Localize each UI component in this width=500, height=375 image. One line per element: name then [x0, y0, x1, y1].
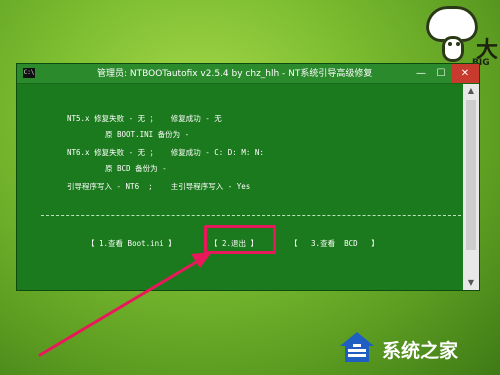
watermark-text: 系统之家 — [382, 340, 459, 362]
pointer-arrow-icon — [38, 252, 212, 357]
watermark: 系统之家 — [330, 326, 498, 372]
house-logo-icon — [340, 332, 374, 362]
